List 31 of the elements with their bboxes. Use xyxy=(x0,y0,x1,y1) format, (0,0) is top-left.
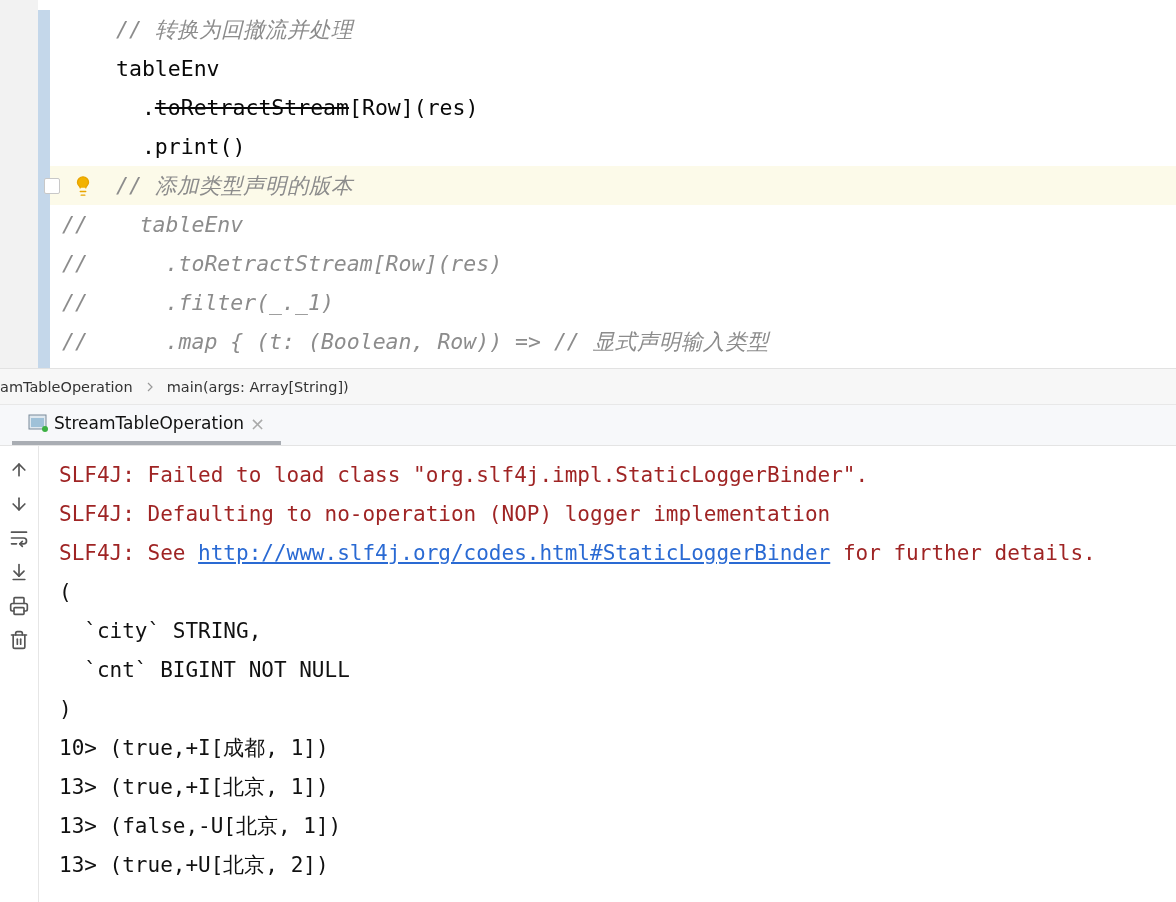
code-line: .print() xyxy=(140,134,246,159)
code-comment: // tableEnv xyxy=(62,212,244,237)
console-text: SLF4J: Failed to load class "org.slf4j.impl.StaticLoggerBinder". xyxy=(59,462,869,487)
code-comment: // .map { (t: (Boolean, Row)) => // 显式声明输入类型 xyxy=(62,328,769,356)
console-text: 13> (true,+I[北京, 1]) xyxy=(59,773,329,801)
breadcrumb[interactable]: main(args: Array[String]) xyxy=(166,378,349,395)
code-comment: // 添加类型声明的版本 xyxy=(116,172,353,200)
print-icon[interactable] xyxy=(9,596,29,616)
console-text: 10> (true,+I[成都, 1]) xyxy=(59,734,329,762)
console-text: for further details. xyxy=(841,540,1096,565)
code-line: tableEnv xyxy=(116,56,220,81)
trash-icon[interactable] xyxy=(9,630,29,650)
console-text: SLF4J: See xyxy=(59,540,187,565)
console-text: `city` STRING, xyxy=(83,618,262,643)
breadcrumb[interactable]: amTableOperation xyxy=(0,378,133,395)
console-text: ) xyxy=(59,696,72,721)
console-icon xyxy=(28,414,48,432)
console-text: ( xyxy=(59,579,72,604)
scroll-to-end-icon[interactable] xyxy=(9,562,29,582)
code-comment: // .toRetractStream[Row](res) xyxy=(62,251,503,276)
soft-wrap-icon[interactable] xyxy=(9,528,29,548)
code-comment: // 转换为回撤流并处理 xyxy=(116,16,353,44)
link[interactable]: http://www.slf4j.org/codes.html#StaticLoggerBinder xyxy=(198,540,831,565)
console-text: SLF4J: Defaulting to no-operation (NOP) logger implementation xyxy=(59,501,831,526)
code-comment: // .filter(_._1) xyxy=(62,290,334,315)
console-text: `cnt` BIGINT NOT NULL xyxy=(83,657,350,682)
console-text: 13> (false,-U[北京, 1]) xyxy=(59,812,342,840)
chevron-icon xyxy=(146,381,153,392)
fold-marker[interactable] xyxy=(44,177,60,194)
code-line: .toRetractStream[Row](res) xyxy=(140,95,479,120)
console-text: 13> (true,+U[北京, 2]) xyxy=(59,851,329,879)
